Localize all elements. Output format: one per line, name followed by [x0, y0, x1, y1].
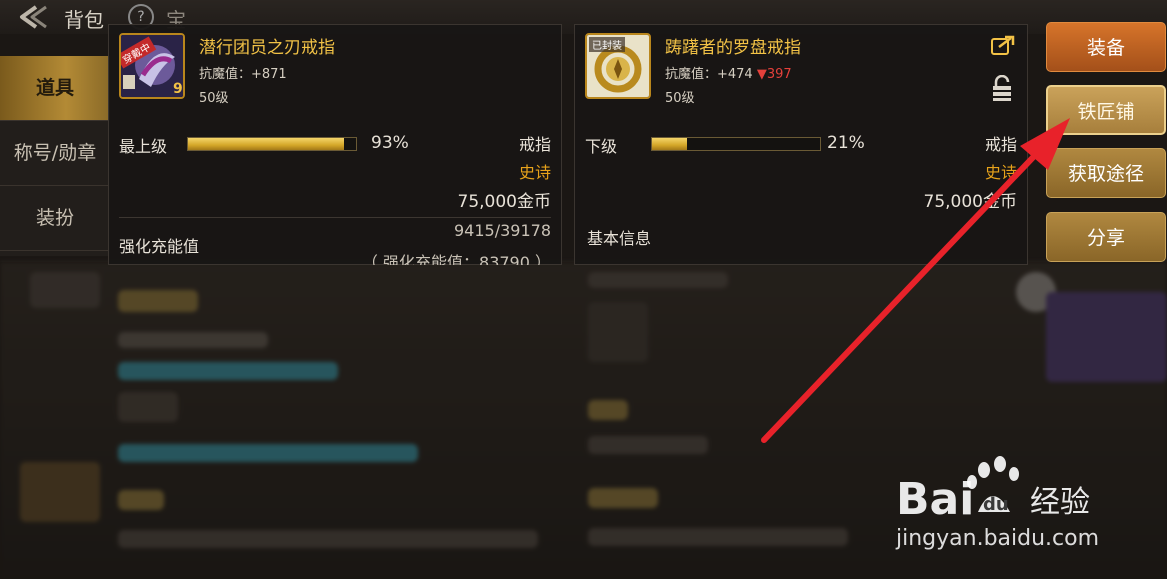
item-rarity: 史诗 [518, 163, 551, 182]
obtain-source-button[interactable]: 获取途径 [1046, 148, 1166, 198]
item-name: 潜行团员之刃戒指 [199, 38, 335, 58]
compare-item-panel: 已封装 踌躇者的罗盘戒指 抗魔值：+474 ▼397 50级 下级 21% 戒指… [574, 24, 1028, 265]
item-stat: 抗魔值：+871 [199, 67, 287, 82]
tab-titles-medals[interactable]: 称号/勋章 [0, 121, 110, 186]
item-name: 踌躇者的罗盘戒指 [665, 38, 801, 58]
grade-percent: 21% [827, 133, 865, 153]
item-slot: 戒指 [518, 135, 551, 154]
item-icon-compass-ring: 已封装 [585, 33, 651, 99]
item-stat: 抗魔值：+474 ▼397 [665, 63, 792, 82]
charge-total: （ 强化充能值：83790 ） [361, 253, 551, 265]
grade-progress-fill [188, 138, 345, 150]
item-stat-value: 抗魔值：+474 [665, 67, 757, 82]
category-tabs: 道具 称号/勋章 装扮 [0, 56, 110, 256]
watermark-url: jingyan.baidu.com [896, 526, 1100, 551]
svg-text:经验: 经验 [1030, 485, 1090, 520]
basic-info-heading: 基本信息 [587, 229, 652, 248]
divider [119, 217, 551, 218]
item-icon-blade-ring: 9 穿戴中 [119, 33, 185, 99]
equipped-item-panel: 9 穿戴中 潜行团员之刃戒指 抗魔值：+871 50级 最上级 93% 戒指 史… [108, 24, 562, 265]
item-level: 50级 [199, 91, 229, 106]
page-title: 背包 [64, 8, 104, 32]
grade-label: 下级 [585, 137, 618, 156]
item-slot: 戒指 [984, 135, 1017, 154]
blacksmith-button[interactable]: 铁匠铺 [1046, 85, 1166, 135]
item-rarity: 史诗 [984, 163, 1017, 182]
grade-progress-bar [187, 137, 357, 151]
item-price: 75,000金币 [923, 192, 1017, 212]
back-arrow-icon[interactable] [16, 4, 54, 30]
grade-progress-fill [652, 138, 688, 150]
tab-items[interactable]: 道具 [0, 56, 110, 121]
svg-text:Bai: Bai [896, 474, 974, 525]
sealed-badge: 已封装 [589, 37, 625, 52]
item-price: 75,000金币 [457, 192, 551, 212]
grade-percent: 93% [371, 133, 409, 153]
stat-decrease: ▼397 [756, 67, 792, 82]
grade-label: 最上级 [119, 137, 168, 156]
tab-avatar[interactable]: 装扮 [0, 186, 110, 251]
share-button[interactable]: 分享 [1046, 212, 1166, 262]
item-level: 50级 [665, 91, 695, 106]
svg-text:du: du [983, 494, 1009, 515]
charge-value: 9415/39178 [453, 221, 551, 240]
charge-label: 强化充能值 [119, 237, 200, 256]
enhance-level-badge: 9 [173, 81, 183, 97]
equip-button[interactable]: 装备 [1046, 22, 1166, 72]
lock-icon[interactable] [991, 75, 1013, 101]
share-icon[interactable] [991, 35, 1015, 55]
grade-progress-bar [651, 137, 821, 151]
